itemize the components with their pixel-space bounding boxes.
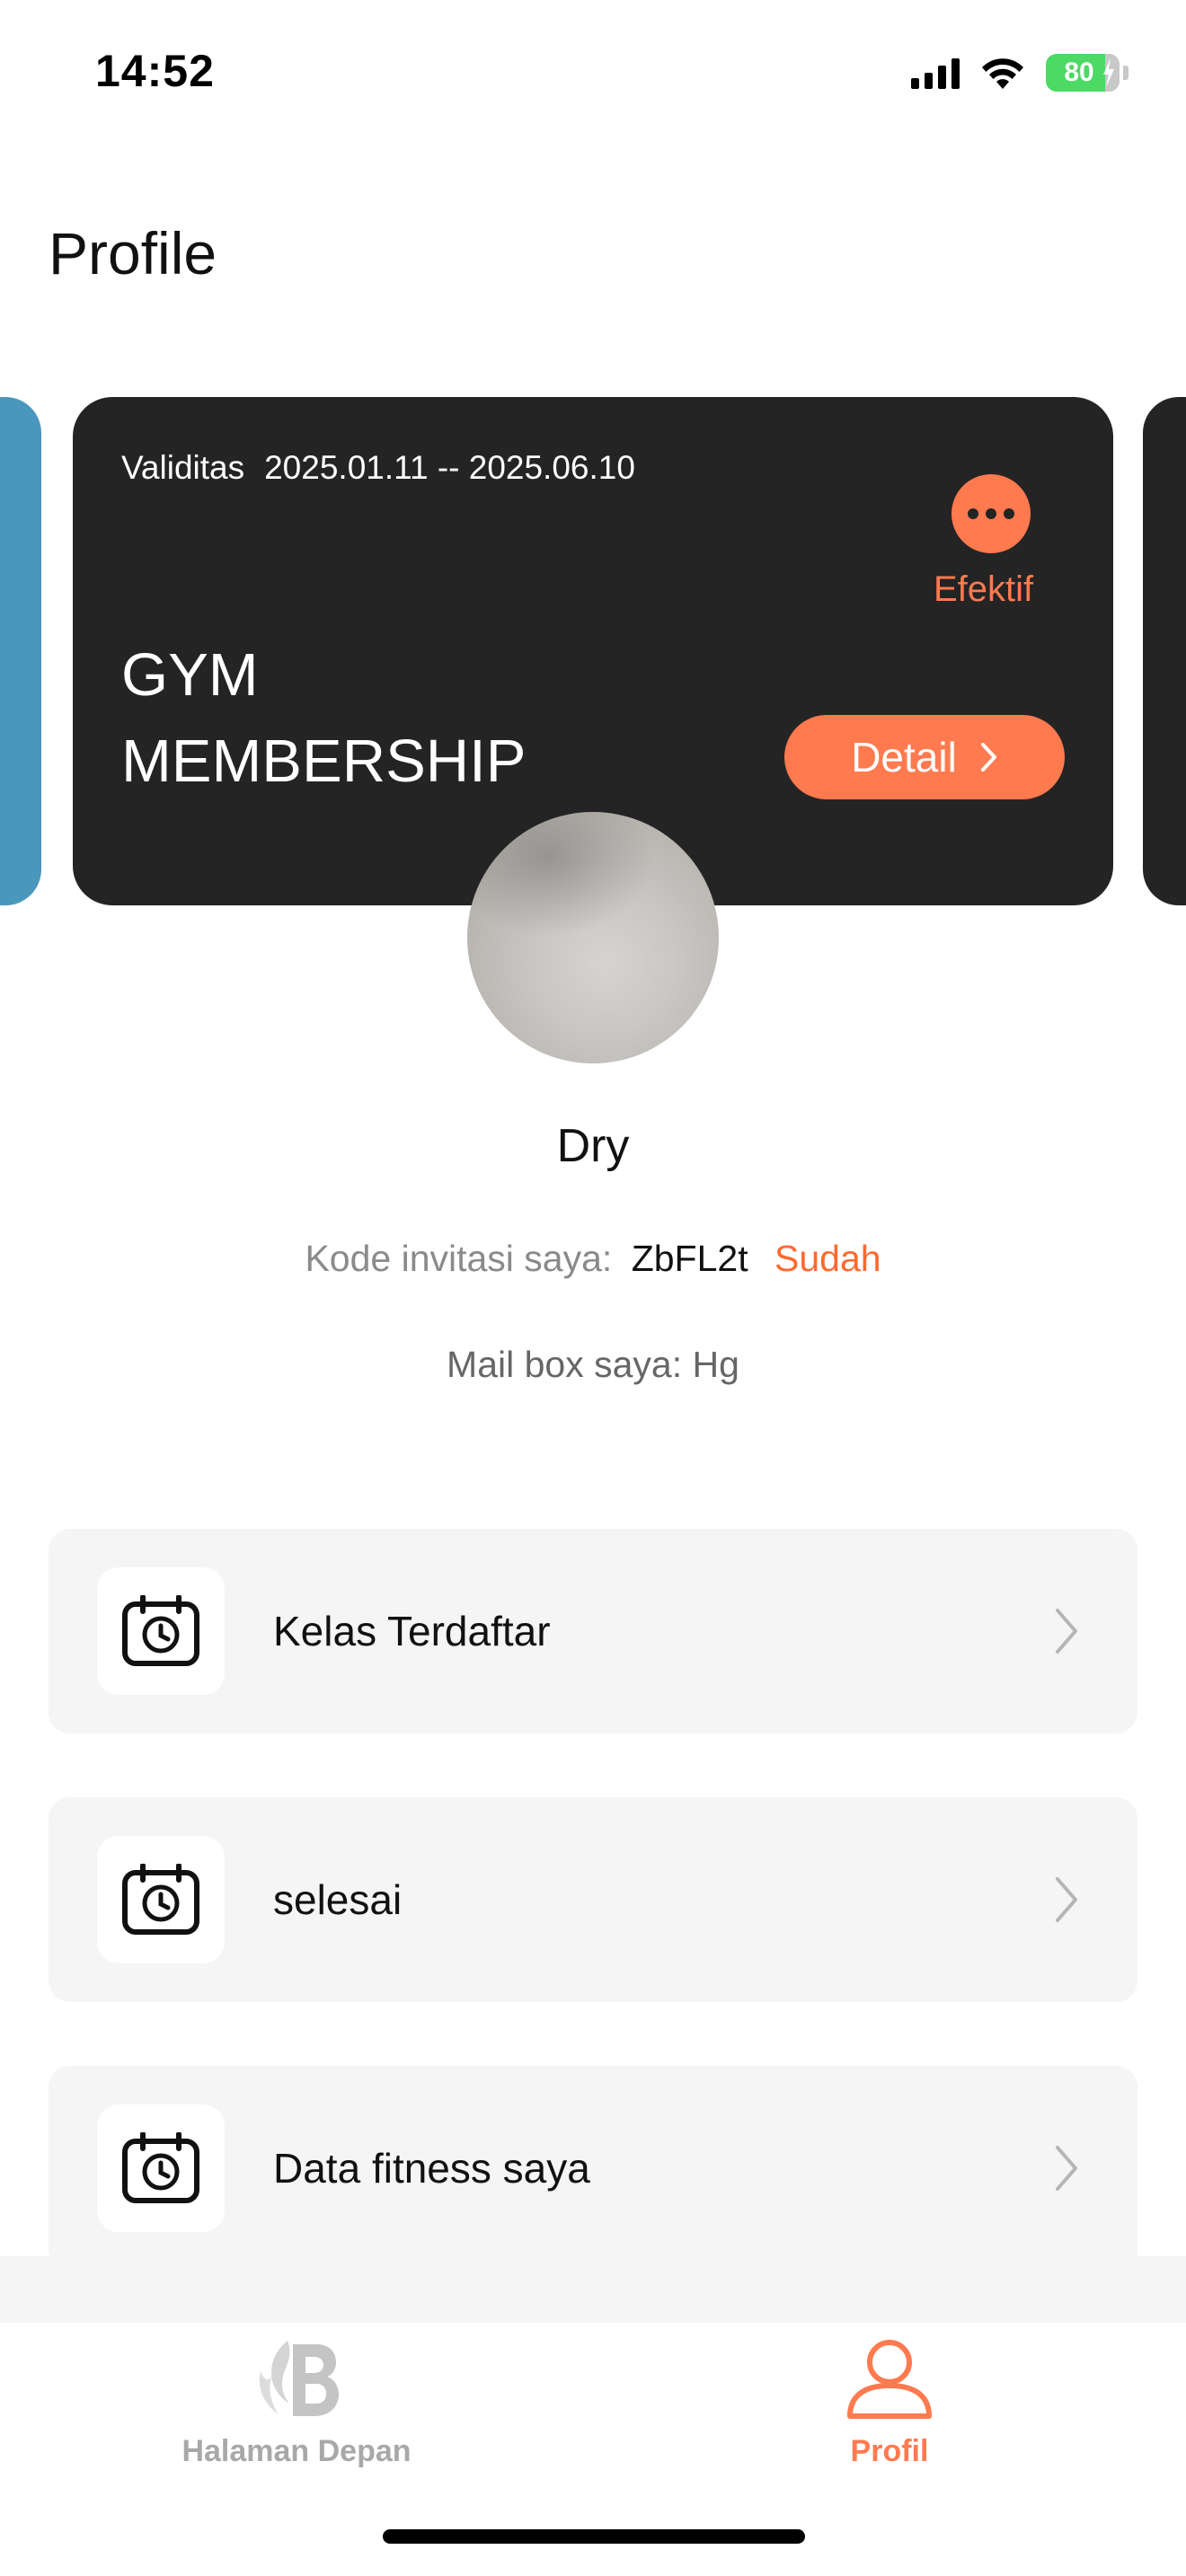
chevron-right-icon [1056,1877,1077,1922]
mailbox-row: Mail box saya: Hg [0,1344,1186,1386]
menu-item-selesai[interactable]: selesai [49,1797,1137,2002]
calendar-clock-icon [97,2104,225,2232]
scroll-bottom-strip [0,2256,1186,2323]
status-bar: 14:52 80 [0,0,1186,153]
invite-code-label: Kode invitasi saya: [305,1238,613,1279]
invite-status: Sudah [774,1238,881,1279]
home-indicator[interactable] [383,2529,805,2544]
invite-code-row: Kode invitasi saya: ZbFL2t Sudah [0,1238,1186,1280]
more-options-button[interactable] [951,474,1031,553]
more-dot-icon [1004,508,1014,519]
battery-percent: 80 [1064,57,1094,87]
avatar[interactable] [467,812,719,1063]
tab-profile[interactable]: Profil [593,2335,1186,2479]
page-title: Profile [49,220,217,287]
tab-profile-label: Profil [850,2434,929,2468]
status-icons: 80 [911,52,1128,93]
mailbox-value: Hg [692,1344,739,1385]
membership-title: GYM MEMBERSHIP [121,641,527,795]
validity-row: Validitas 2025.01.11 -- 2025.06.10 [121,449,635,487]
next-card-peek[interactable] [1143,397,1186,905]
battery-cap [1123,66,1128,80]
menu-item-label: Data fitness saya [273,2145,590,2192]
membership-status: Efektif [934,569,1034,609]
tab-home[interactable]: Halaman Depan [0,2335,593,2479]
validity-label: Validitas [121,449,245,486]
menu-item-label: selesai [273,1876,403,1923]
chevron-right-icon [1056,1609,1077,1654]
more-dot-icon [986,508,996,519]
menu-item-kelas-terdaftar[interactable]: Kelas Terdaftar [49,1529,1137,1734]
detail-button[interactable]: Detail [784,715,1065,799]
charging-bolt-icon [1103,58,1114,87]
mailbox-label: Mail box saya: [447,1344,683,1385]
cellular-signal-icon [911,57,960,89]
wifi-icon [982,58,1023,89]
user-name: Dry [556,1120,630,1172]
brand-logo-icon [259,2341,339,2416]
detail-button-label: Detail [851,734,957,781]
chevron-right-icon [1056,2146,1077,2191]
calendar-clock-icon [97,1836,225,1963]
tab-home-label: Halaman Depan [181,2434,412,2468]
battery-icon: 80 [1046,54,1120,92]
calendar-clock-icon [97,1567,225,1695]
validity-range: 2025.01.11 -- 2025.06.10 [264,449,635,486]
more-dot-icon [968,508,978,519]
chevron-right-icon [980,743,996,772]
menu-item-label: Kelas Terdaftar [273,1608,551,1654]
menu-item-data-fitness[interactable]: Data fitness saya [49,2066,1137,2271]
user-icon [847,2340,932,2419]
previous-card-peek[interactable] [0,397,41,905]
invite-code-value: ZbFL2t [631,1238,748,1279]
status-time: 14:52 [95,46,215,96]
